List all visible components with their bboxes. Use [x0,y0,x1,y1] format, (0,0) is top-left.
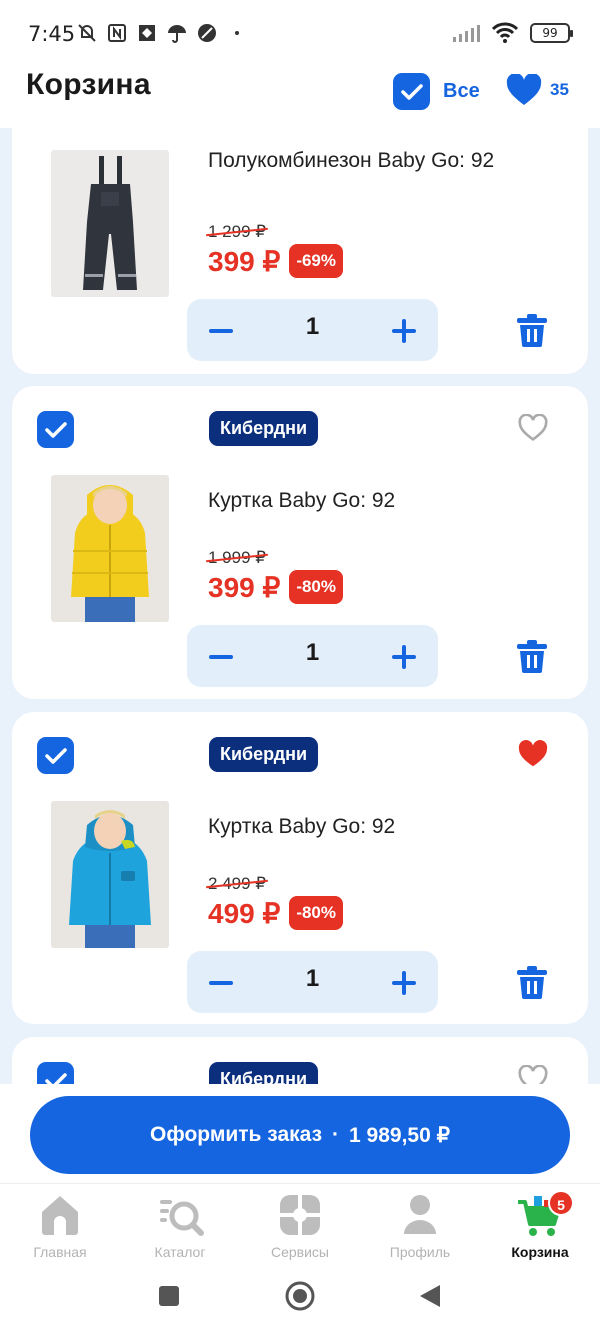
tab-label: Главная [33,1244,87,1260]
checkmark-icon [44,1072,67,1084]
profile-icon [396,1192,444,1238]
umbrella-icon [168,25,186,43]
status-time: 7:45 [28,22,76,46]
item-checkbox[interactable] [37,411,74,448]
checkmark-icon [400,83,423,100]
data-saver-icon [198,24,216,42]
discount-badge: -69% [289,244,343,278]
status-notification-icons [76,22,248,44]
product-image[interactable] [51,801,169,948]
more-notifications-icon [235,31,239,35]
cart-icon: 5 [516,1190,574,1238]
product-image[interactable] [51,150,169,297]
tab-label: Корзина [511,1244,569,1260]
promo-badge: Кибердни [209,1062,319,1084]
increase-quantity-button[interactable] [390,643,418,671]
old-price: 2 499 ₽ [208,874,267,893]
checkout-total: 1 989,50 ₽ [349,1123,450,1147]
promo-badge: Кибердни [209,411,319,446]
tab-catalog[interactable]: Каталог [120,1192,240,1260]
silent-icon [78,24,96,42]
price: 399 ₽ [208,245,281,277]
bottom-tab-bar: Главная Каталог Сервисы Профиль 5 Корзин… [0,1183,600,1265]
checkmark-icon [44,747,67,764]
price-row: 399 ₽ -80% [208,570,343,604]
favorites-button[interactable]: 35 [506,74,569,106]
price: 399 ₽ [208,571,281,603]
delete-icon[interactable] [514,964,550,1000]
price-row: 399 ₽ -69% [208,244,343,278]
checkmark-icon [44,421,67,438]
tab-label: Каталог [154,1244,206,1260]
product-name[interactable]: Куртка Baby Go: 92 [208,486,538,516]
page-title: Корзина [26,68,151,101]
favorite-icon[interactable] [517,414,549,442]
increase-quantity-button[interactable] [390,317,418,345]
quantity-stepper: 1 [187,951,438,1013]
delete-icon[interactable] [514,638,550,674]
product-name[interactable]: Полукомбинезон Baby Go: 92 [208,146,538,176]
wifi-icon [492,22,518,43]
price-row: 499 ₽ -80% [208,896,343,930]
tab-profile[interactable]: Профиль [360,1192,480,1260]
delete-icon[interactable] [514,312,550,348]
back-button[interactable] [418,1283,442,1309]
system-navigation-bar [0,1265,600,1332]
app-header: Корзина Все 35 [0,68,600,128]
checkout-button[interactable]: Оформить заказ · 1 989,50 ₽ [30,1096,570,1174]
tab-label: Сервисы [270,1244,329,1260]
product-name[interactable]: Куртка Baby Go: 92 [208,812,538,842]
quantity-stepper: 1 [187,299,438,361]
checkout-separator: · [332,1123,340,1146]
status-system-icons: 99 [452,22,573,44]
yellow-jacket-image [71,485,149,622]
item-checkbox[interactable] [37,1062,74,1084]
quantity-stepper: 1 [187,625,438,687]
increase-quantity-button[interactable] [390,969,418,997]
select-all-label: Все [443,80,480,102]
tab-home[interactable]: Главная [0,1192,120,1260]
tab-services[interactable]: Сервисы [240,1192,360,1260]
signal-icon [453,25,480,42]
cart-list[interactable]: Полукомбинезон Baby Go: 92 1 299 ₽ 399 ₽… [0,128,600,1084]
app-notification-icon [139,25,155,41]
cart-item: Полукомбинезон Baby Go: 92 1 299 ₽ 399 ₽… [12,128,588,374]
heart-icon [506,74,542,105]
cart-item: Кибердни Куртка Baby Go: 92 2 499 ₽ 499 … [12,712,588,1024]
services-icon [276,1192,324,1238]
blue-jacket-image [69,810,151,948]
checkout-bar: Оформить заказ · 1 989,50 ₽ [0,1084,600,1183]
cart-item: Кибердни Куртка Baby Go: 92 1 999 ₽ 399 … [12,386,588,699]
home-button[interactable] [284,1280,316,1312]
tab-label: Профиль [389,1244,451,1260]
discount-badge: -80% [289,570,343,604]
tab-cart[interactable]: 5 Корзина [480,1190,600,1260]
home-icon [36,1192,84,1238]
recent-apps-button[interactable] [157,1284,181,1308]
item-checkbox[interactable] [37,737,74,774]
price: 499 ₽ [208,897,281,929]
cart-count-badge: 5 [548,1190,574,1216]
battery-icon: 99 [530,23,573,43]
product-image[interactable] [51,475,169,622]
catalog-search-icon [156,1192,204,1238]
old-price: 1 999 ₽ [208,548,267,567]
select-all-toggle[interactable]: Все [393,73,480,110]
checkout-label: Оформить заказ [150,1123,323,1146]
cart-item: Кибердни [12,1037,588,1084]
overalls-image [83,156,137,290]
nfc-icon [108,24,126,42]
favorites-count: 35 [550,80,569,99]
old-price: 1 299 ₽ [208,222,267,241]
discount-badge: -80% [289,896,343,930]
favorite-icon[interactable] [517,1065,549,1084]
promo-badge: Кибердни [209,737,319,772]
status-bar: 7:45 99 [0,0,600,68]
select-all-checkbox[interactable] [393,73,430,110]
favorite-filled-icon[interactable] [517,740,549,768]
